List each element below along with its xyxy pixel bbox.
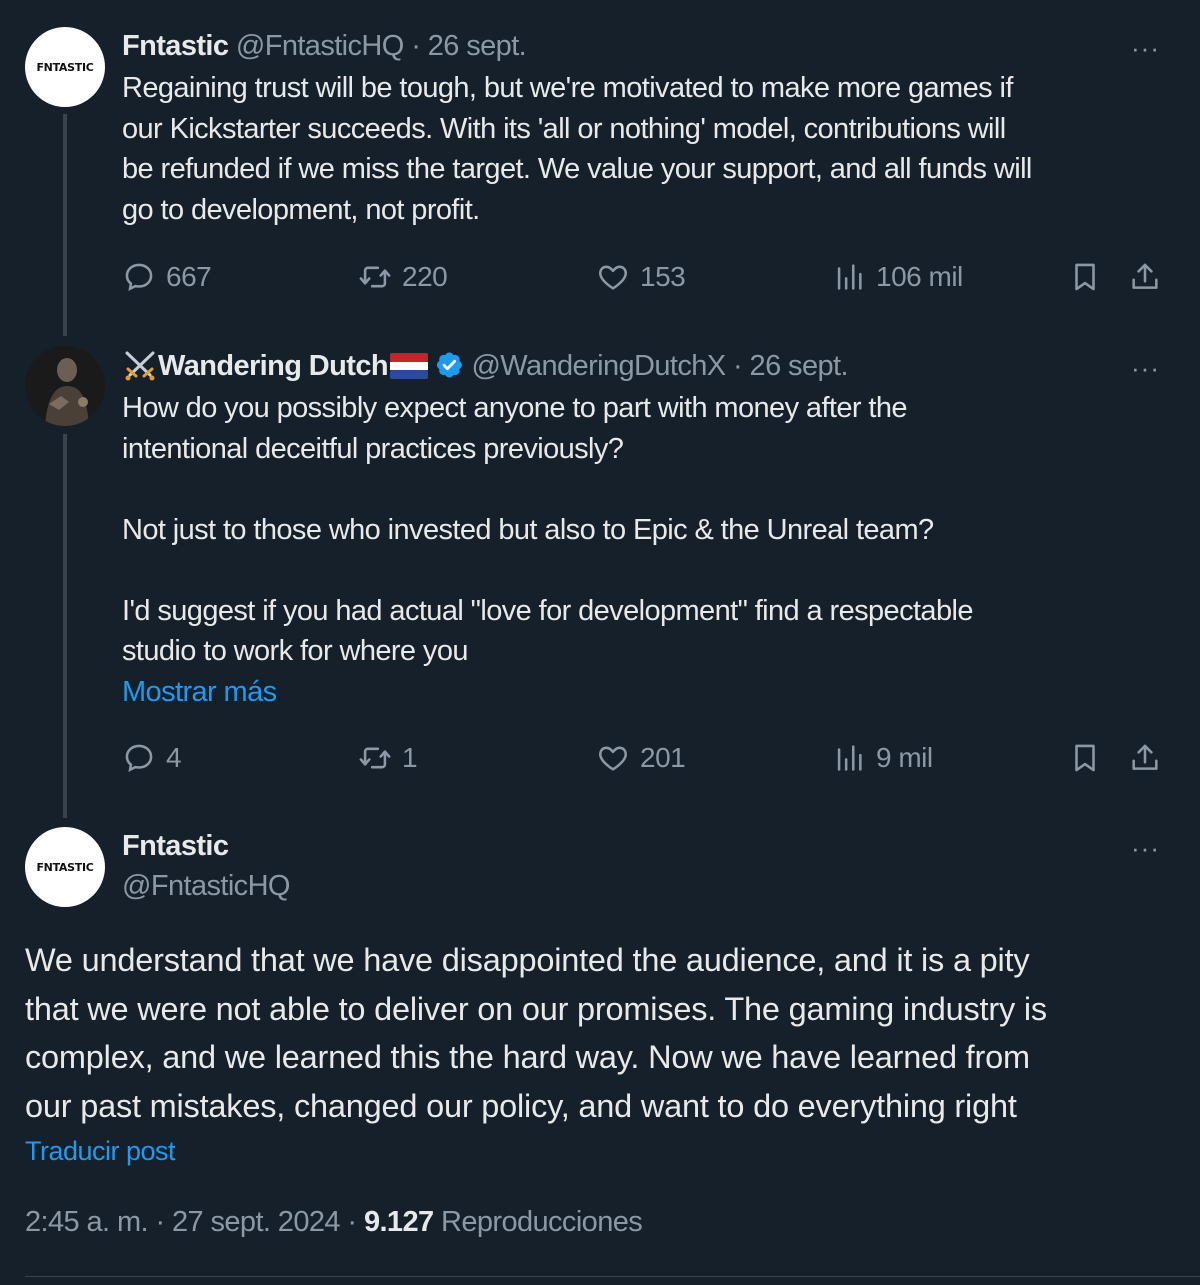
tweet-header: Fntastic @FntasticHQ · 26 sept. [122,28,1160,64]
views-label: Reproducciones [440,1206,643,1238]
repost-count: 220 [402,261,448,292]
like-count: 201 [640,742,686,773]
reply-count: 4 [166,742,182,773]
crossed-swords-icon [125,351,155,381]
separator: · [347,1206,357,1238]
views-count: 9.127 [363,1206,434,1238]
separator: · [155,1206,165,1238]
tweet-date[interactable]: 26 sept. [428,30,527,62]
separator: · [411,30,421,62]
tweet-text: Regaining trust will be tough, but we're… [122,72,1032,226]
divider [25,1276,1200,1277]
tweet-header: Wandering Dutch @WanderingDutchX · 26 se… [122,348,1160,384]
more-options-icon[interactable]: ··· [1131,355,1160,381]
repost-icon [359,747,391,769]
share-icon [1132,744,1158,770]
more-options-icon[interactable]: ··· [1131,35,1160,61]
reply-count: 667 [166,261,212,292]
tweet-date[interactable]: 27 sept. 2024 [172,1206,341,1238]
like-button[interactable]: 201 [596,741,686,775]
author-handle[interactable]: @FntasticHQ [236,30,404,62]
translate-link[interactable]: Traducir post [25,1136,176,1167]
views-count: 9 mil [876,742,933,773]
author-handle[interactable]: @FntasticHQ [122,868,290,904]
analytics-icon [837,264,862,290]
reply-button[interactable]: 667 [122,260,212,294]
tweet-text: How do you possibly expect anyone to par… [122,392,973,667]
tweet-date[interactable]: 26 sept. [750,350,849,382]
like-button[interactable]: 153 [596,260,686,294]
share-icon [1132,263,1158,289]
views-button[interactable]: 106 mil [832,260,963,294]
more-options-icon[interactable]: ··· [1131,835,1160,861]
views-button[interactable]: 9 mil [832,741,933,775]
repost-button[interactable]: 1 [358,741,418,775]
repost-count: 1 [402,742,418,773]
action-bar: 4 1 201 9 mil [122,741,1164,781]
heart-icon [599,746,627,771]
tweet-text: We understand that we have disappointed … [25,942,1047,1124]
author-name[interactable]: Fntastic [122,828,290,864]
like-count: 153 [640,261,686,292]
share-button[interactable] [1128,741,1162,775]
repost-icon [359,266,391,288]
avatar-logo-text: FNTASTIC [36,860,94,874]
author-name[interactable]: Fntastic [122,30,229,62]
tweet-time[interactable]: 2:45 a. m. [25,1206,149,1238]
author-handle[interactable]: @WanderingDutchX [471,350,726,382]
reply-icon [125,744,153,773]
tweet-meta: 2:45 a. m. · 27 sept. 2024 · 9.127 Repro… [25,1206,643,1239]
reply-icon [125,263,153,292]
bookmark-icon [1075,744,1095,772]
heart-icon [599,265,627,290]
analytics-icon [837,745,862,771]
bookmark-button[interactable] [1068,741,1102,775]
share-button[interactable] [1128,260,1162,294]
repost-button[interactable]: 220 [358,260,448,294]
reply-button[interactable]: 4 [122,741,182,775]
author-name[interactable]: Wandering Dutch [158,350,389,382]
avatar[interactable]: FNTASTIC [25,827,105,907]
bookmark-button[interactable] [1068,260,1102,294]
verified-badge-icon[interactable] [434,350,464,380]
show-more-link[interactable]: Mostrar más [122,672,1160,713]
netherlands-flag-icon [389,353,428,379]
views-count: 106 mil [876,261,963,292]
separator: · [733,350,743,382]
action-bar: 667 220 153 106 mil [122,260,1164,300]
bookmark-icon [1075,263,1095,291]
